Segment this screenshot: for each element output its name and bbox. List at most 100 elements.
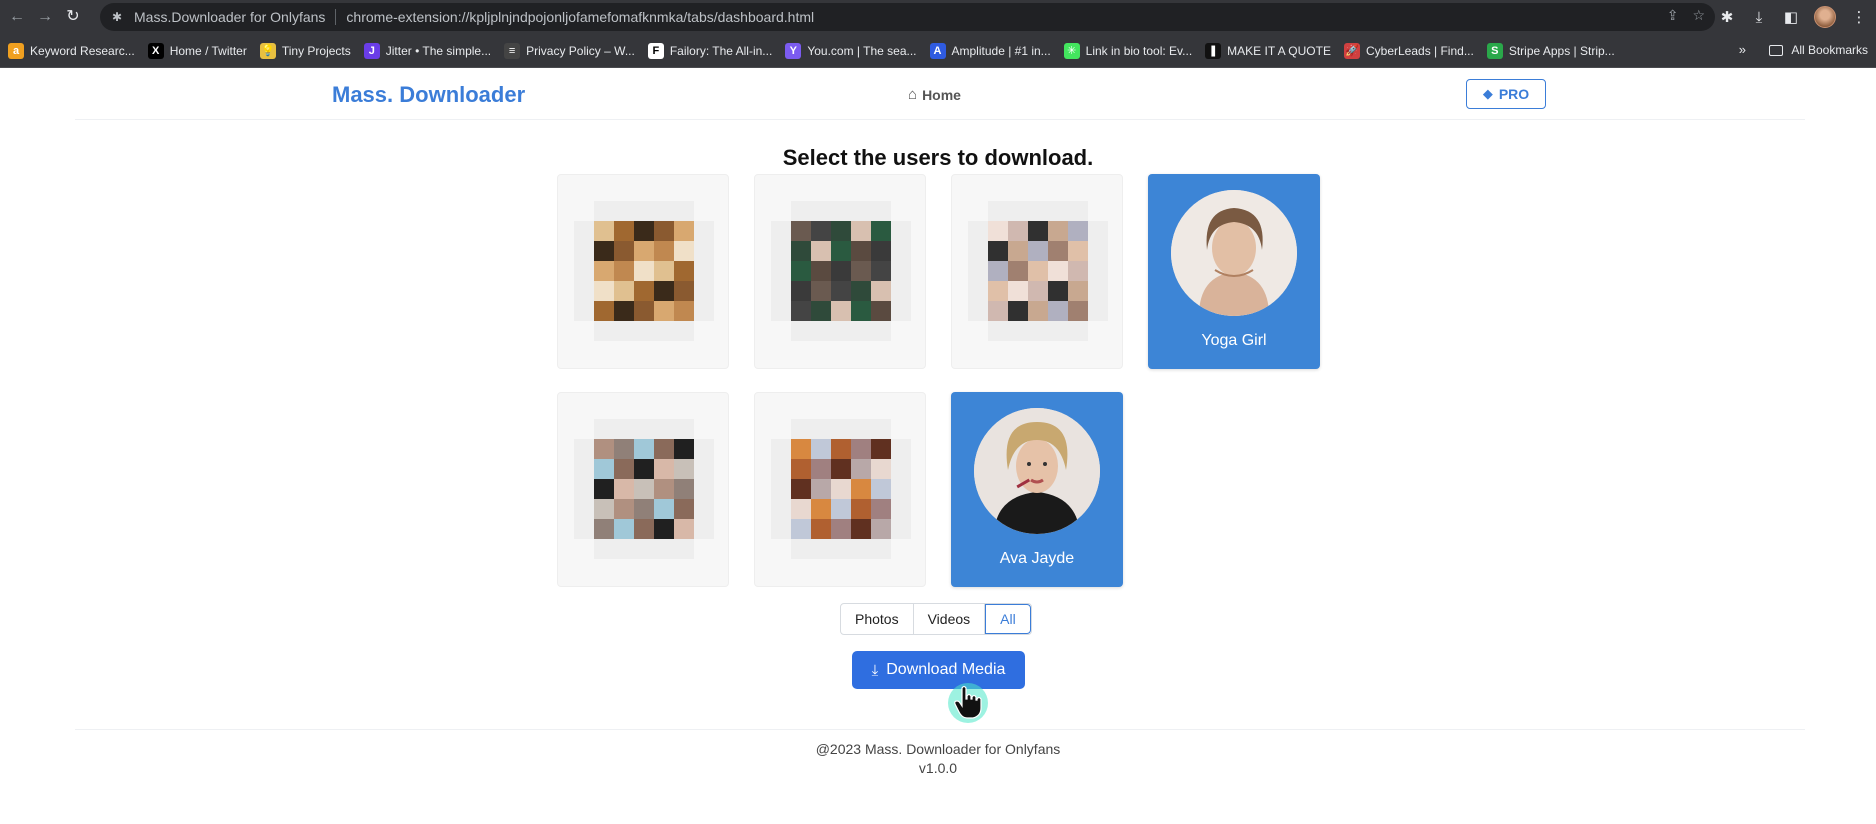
pixelated-avatar-cell <box>614 201 634 221</box>
pixelated-avatar-cell <box>634 221 654 241</box>
bookmark-item[interactable]: Y You.com | The sea... <box>785 42 917 59</box>
pixelated-avatar-cell <box>674 281 694 301</box>
side-panel-icon[interactable]: ◧ <box>1782 8 1800 26</box>
bookmark-item[interactable]: 🚀 CyberLeads | Find... <box>1343 42 1474 59</box>
pixelated-avatar-cell <box>634 419 654 439</box>
pixelated-avatar-cell <box>871 221 891 241</box>
bookmark-star-icon[interactable]: ☆ <box>1692 7 1705 24</box>
menu-kebab-icon[interactable]: ⋮ <box>1850 8 1868 26</box>
user-card[interactable] <box>754 392 926 587</box>
user-card[interactable] <box>754 174 926 369</box>
pixelated-avatar-cell <box>634 459 654 479</box>
pixelated-avatar-cell <box>791 519 811 539</box>
pixelated-avatar-cell <box>694 439 714 459</box>
bookmark-item[interactable]: a Keyword Researc... <box>8 42 135 59</box>
pixelated-avatar-cell <box>891 241 911 261</box>
pixelated-avatar-cell <box>871 519 891 539</box>
address-bar[interactable]: ✱ Mass.Downloader for Onlyfans chrome-ex… <box>100 3 1715 31</box>
pixelated-avatar-cell <box>871 321 891 341</box>
bookmark-item[interactable]: A Amplitude | #1 in... <box>929 42 1051 59</box>
address-separator <box>335 9 337 25</box>
pixelated-avatar-cell <box>574 281 594 301</box>
brand-logo[interactable]: Mass. Downloader <box>332 82 525 108</box>
user-card[interactable]: Yoga Girl <box>1148 174 1320 369</box>
home-icon: ⌂ <box>908 86 918 103</box>
download-media-button[interactable]: ⤓ Download Media <box>852 651 1025 689</box>
pixelated-avatar-cell <box>634 519 654 539</box>
pixelated-avatar-cell <box>674 201 694 221</box>
pixelated-avatar-cell <box>871 281 891 301</box>
user-card[interactable] <box>951 174 1123 369</box>
pixelated-avatar-cell <box>968 281 988 301</box>
user-card[interactable]: Ava Jayde <box>951 392 1123 587</box>
filter-tab-videos[interactable]: Videos <box>914 604 986 634</box>
pixelated-avatar-cell <box>634 321 654 341</box>
pixelated-avatar-cell <box>831 459 851 479</box>
url-text[interactable]: chrome-extension://kpljplnjndpojonljofam… <box>346 9 814 25</box>
forward-arrow-icon[interactable]: → <box>34 6 56 28</box>
reload-icon[interactable]: ↻ <box>62 6 84 28</box>
pixelated-avatar-cell <box>891 301 911 321</box>
pixelated-avatar-cell <box>614 261 634 281</box>
share-icon[interactable]: ⇪ <box>1667 7 1679 24</box>
bookmark-item[interactable]: ≡ Privacy Policy – W... <box>504 42 635 59</box>
pixelated-avatar-cell <box>594 281 614 301</box>
pixelated-avatar-cell <box>988 201 1008 221</box>
extensions-icon[interactable]: ✱ <box>1718 8 1736 26</box>
pixelated-avatar-cell <box>674 439 694 459</box>
pixelated-avatar-cell <box>771 241 791 261</box>
lightbulb-icon: 💡 <box>259 42 276 59</box>
pixelated-avatar-cell <box>831 261 851 281</box>
downloads-icon[interactable]: ⤓ <box>1750 9 1768 26</box>
bookmark-item[interactable]: X Home / Twitter <box>147 42 247 59</box>
bookmark-label: CyberLeads | Find... <box>1365 43 1474 58</box>
pixelated-avatar-cell <box>634 241 654 261</box>
pixelated-avatar-cell <box>1028 301 1048 321</box>
page-title: Select the users to download. <box>782 145 1094 170</box>
pixelated-avatar-cell <box>614 221 634 241</box>
user-card[interactable] <box>557 392 729 587</box>
pixelated-avatar-cell <box>791 301 811 321</box>
profile-avatar[interactable] <box>1814 6 1836 28</box>
pixelated-avatar-cell <box>614 479 634 499</box>
bookmark-item[interactable]: F Failory: The All-in... <box>647 42 772 59</box>
stripe-icon: S <box>1486 42 1503 59</box>
bookmark-item[interactable]: ❚ MAKE IT A QUOTE <box>1205 42 1331 59</box>
user-card[interactable] <box>557 174 729 369</box>
pixelated-avatar-cell <box>654 479 674 499</box>
bookmark-item[interactable]: 💡 Tiny Projects <box>259 42 351 59</box>
pixelated-avatar-cell <box>851 281 871 301</box>
pixelated-avatar-cell <box>694 499 714 519</box>
footer-copyright: @2023 Mass. Downloader for Onlyfans <box>815 741 1061 757</box>
footer-version: v1.0.0 <box>918 760 958 776</box>
all-bookmarks-button[interactable]: All Bookmarks <box>1769 43 1868 57</box>
bookmarks-overflow-chevron[interactable]: » <box>1739 42 1746 57</box>
pixelated-avatar-cell <box>614 459 634 479</box>
pixelated-avatar-cell <box>654 241 674 261</box>
pixelated-avatar-cell <box>988 301 1008 321</box>
pixelated-avatar-cell <box>771 301 791 321</box>
pro-button[interactable]: ◆ PRO <box>1466 79 1546 109</box>
bookmark-item[interactable]: J Jitter • The simple... <box>363 42 491 59</box>
pixelated-avatar-cell <box>1068 241 1088 261</box>
pixelated-avatar-cell <box>791 419 811 439</box>
filter-tab-all[interactable]: All <box>985 604 1031 634</box>
pixelated-avatar-cell <box>871 499 891 519</box>
filter-tab-photos[interactable]: Photos <box>841 604 914 634</box>
bookmark-label: Keyword Researc... <box>30 43 135 58</box>
pixelated-avatar-cell <box>654 499 674 519</box>
bookmark-item[interactable]: ✳ Link in bio tool: Ev... <box>1063 42 1192 59</box>
back-arrow-icon[interactable]: ← <box>6 6 28 28</box>
bookmark-item[interactable]: S Stripe Apps | Strip... <box>1486 42 1615 59</box>
pixelated-avatar-cell <box>968 221 988 241</box>
pixelated-avatar-cell <box>891 519 911 539</box>
pro-label: PRO <box>1498 86 1530 102</box>
pixelated-avatar-cell <box>1048 281 1068 301</box>
download-label: Download Media <box>886 661 1006 678</box>
pixelated-avatar-cell <box>831 301 851 321</box>
pixelated-avatar-cell <box>1088 261 1108 281</box>
pixelated-avatar-cell <box>1008 241 1028 261</box>
home-nav-link[interactable]: ⌂ Home <box>908 86 961 103</box>
pixelated-avatar-cell <box>831 221 851 241</box>
pixelated-avatar-cell <box>831 519 851 539</box>
